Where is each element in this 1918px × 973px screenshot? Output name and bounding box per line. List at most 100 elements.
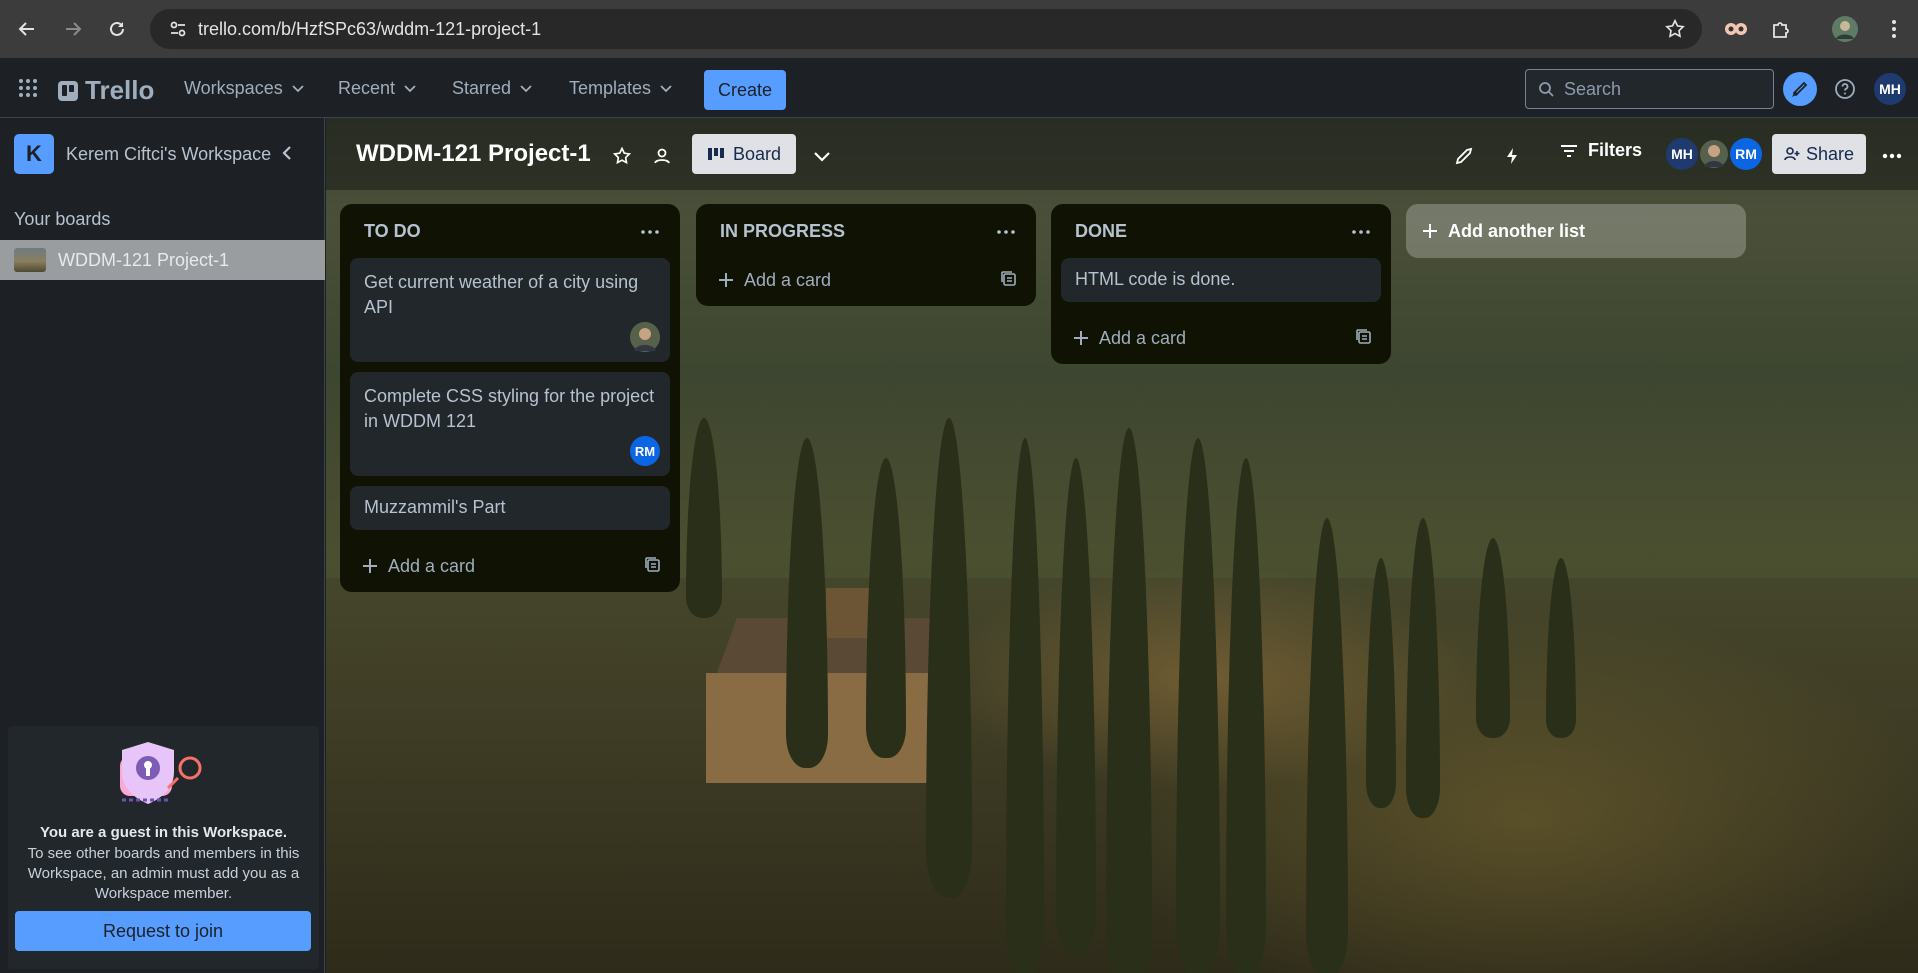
- board-title[interactable]: WDDM-121 Project-1: [356, 140, 591, 168]
- megaphone-icon: [1791, 81, 1808, 98]
- trello-logo[interactable]: Trello: [58, 75, 154, 106]
- forward-arrow-icon: [66, 22, 82, 36]
- list-title: DONE: [1075, 220, 1128, 241]
- list-header[interactable]: TO DO: [340, 204, 680, 258]
- card-template-icon[interactable]: [1000, 270, 1018, 288]
- board-menu-icon[interactable]: [1878, 142, 1906, 170]
- list-header[interactable]: DONE: [1051, 204, 1391, 258]
- card[interactable]: Complete CSS styling for the project in …: [350, 372, 670, 476]
- card-title: Complete CSS styling for the project in …: [364, 386, 655, 431]
- chevron-down-icon: [660, 85, 672, 93]
- app-header: Trello Workspaces Recent Starred Templat…: [0, 58, 1918, 118]
- create-button[interactable]: Create: [704, 70, 786, 110]
- request-to-join-button[interactable]: Request to join: [15, 911, 311, 951]
- menu-starred[interactable]: Starred: [440, 72, 545, 104]
- help-icon: [1835, 79, 1855, 99]
- member-avatar-rm[interactable]: RM: [1730, 138, 1762, 170]
- list-menu-icon[interactable]: [1349, 222, 1373, 242]
- add-list-label: Add another list: [1448, 220, 1586, 241]
- collapse-sidebar-icon[interactable]: [280, 144, 294, 162]
- reload-icon: [110, 21, 124, 36]
- plus-icon: [1074, 331, 1088, 345]
- trello-mark-icon: [58, 80, 78, 101]
- add-card-button[interactable]: Add a card: [696, 254, 1036, 306]
- card-title: HTML code is done.: [1075, 269, 1236, 289]
- notifications-button[interactable]: [1783, 72, 1817, 106]
- list-menu-icon[interactable]: [994, 222, 1018, 242]
- workspace-name: Kerem Ciftci's Workspace: [66, 143, 272, 164]
- chevron-down-icon: [520, 85, 532, 93]
- list-menu-icon[interactable]: [638, 222, 662, 242]
- bookmark-star-icon[interactable]: [1664, 18, 1686, 40]
- list-title: IN PROGRESS: [720, 220, 846, 241]
- plus-icon: [1423, 224, 1437, 238]
- browser-toolbar: trello.com/b/HzfSPc63/wddm-121-project-1: [0, 0, 1918, 58]
- share-button[interactable]: Share: [1772, 134, 1866, 174]
- back-button[interactable]: [11, 13, 43, 45]
- add-card-button[interactable]: Add a card: [1051, 312, 1391, 364]
- logo-text: Trello: [85, 75, 155, 105]
- plus-icon: [719, 273, 733, 287]
- visibility-icon[interactable]: [648, 142, 676, 170]
- power-ups-rocket-icon[interactable]: [1450, 142, 1478, 170]
- board-view-button[interactable]: Board: [692, 134, 796, 174]
- member-avatar-mh[interactable]: MH: [1666, 138, 1698, 170]
- share-label: Share: [1805, 143, 1855, 164]
- menu-workspaces[interactable]: Workspaces: [172, 72, 317, 104]
- add-person-icon: [1784, 147, 1800, 161]
- card[interactable]: Muzzammil's Part: [350, 486, 670, 530]
- reload-button[interactable]: [101, 13, 133, 45]
- search-icon: [1539, 82, 1554, 97]
- automation-bolt-icon[interactable]: [1498, 142, 1526, 170]
- guest-text: To see other boards and members in this …: [27, 845, 300, 902]
- guest-title: You are a guest in this Workspace.: [39, 824, 288, 841]
- url-text: trello.com/b/HzfSPc63/wddm-121-project-1: [198, 18, 542, 39]
- card-template-icon[interactable]: [644, 556, 662, 574]
- add-card-label: Add a card: [388, 555, 476, 576]
- menu-templates[interactable]: Templates: [557, 72, 685, 104]
- filters-label: Filters: [1588, 140, 1643, 160]
- add-card-label: Add a card: [1099, 327, 1187, 348]
- board-view-icon: [707, 148, 724, 160]
- star-board-icon[interactable]: [608, 142, 636, 170]
- sidebar-board-item[interactable]: WDDM-121 Project-1: [0, 240, 325, 280]
- card[interactable]: HTML code is done.: [1061, 258, 1381, 302]
- address-bar[interactable]: trello.com/b/HzfSPc63/wddm-121-project-1: [150, 9, 1702, 49]
- view-switcher-chevron-icon[interactable]: [808, 142, 836, 170]
- extensions-puzzle-icon[interactable]: [1767, 15, 1795, 43]
- workspace-badge: K: [14, 134, 54, 174]
- your-boards-heading: Your boards: [14, 209, 111, 229]
- list-in-progress: IN PROGRESS Add a card: [696, 204, 1036, 306]
- help-button[interactable]: [1828, 72, 1862, 106]
- forward-button[interactable]: [57, 13, 89, 45]
- card-title: Muzzammil's Part: [364, 497, 506, 517]
- card-member-avatar[interactable]: [630, 322, 660, 352]
- extension-eyes-icon[interactable]: [1722, 15, 1750, 43]
- filters-button[interactable]: Filters: [1560, 140, 1642, 161]
- board-thumbnail: [14, 248, 46, 272]
- menu-recent[interactable]: Recent: [326, 72, 429, 104]
- guest-shield-illustration: [118, 738, 208, 810]
- list-todo: TO DO Get current weather of a city usin…: [340, 204, 680, 592]
- add-card-button[interactable]: Add a card: [340, 540, 680, 592]
- card-title: Get current weather of a city using API: [364, 272, 639, 317]
- guest-notice: You are a guest in this Workspace. To se…: [8, 726, 319, 969]
- profile-avatar[interactable]: [1831, 15, 1859, 43]
- site-settings-icon[interactable]: [158, 9, 198, 49]
- board-toolbar: WDDM-121 Project-1 Board Filters MH RM S…: [326, 118, 1918, 190]
- list-header[interactable]: IN PROGRESS: [696, 204, 1036, 258]
- browser-menu-icon[interactable]: [1880, 15, 1908, 43]
- card-member-avatar[interactable]: RM: [630, 436, 660, 466]
- add-list-button[interactable]: Add another list: [1406, 204, 1746, 258]
- card-template-icon[interactable]: [1355, 328, 1373, 346]
- workspace-header[interactable]: K Kerem Ciftci's Workspace: [14, 134, 314, 174]
- search-input[interactable]: [1564, 78, 1744, 100]
- view-label: Board: [732, 143, 782, 164]
- list-done: DONE HTML code is done. Add a card: [1051, 204, 1391, 364]
- search-box[interactable]: [1525, 69, 1774, 109]
- app-switcher-icon[interactable]: [18, 78, 38, 98]
- member-avatar-photo[interactable]: [1698, 138, 1730, 170]
- user-avatar[interactable]: MH: [1874, 73, 1906, 105]
- card[interactable]: Get current weather of a city using API: [350, 258, 670, 362]
- plus-icon: [363, 559, 377, 573]
